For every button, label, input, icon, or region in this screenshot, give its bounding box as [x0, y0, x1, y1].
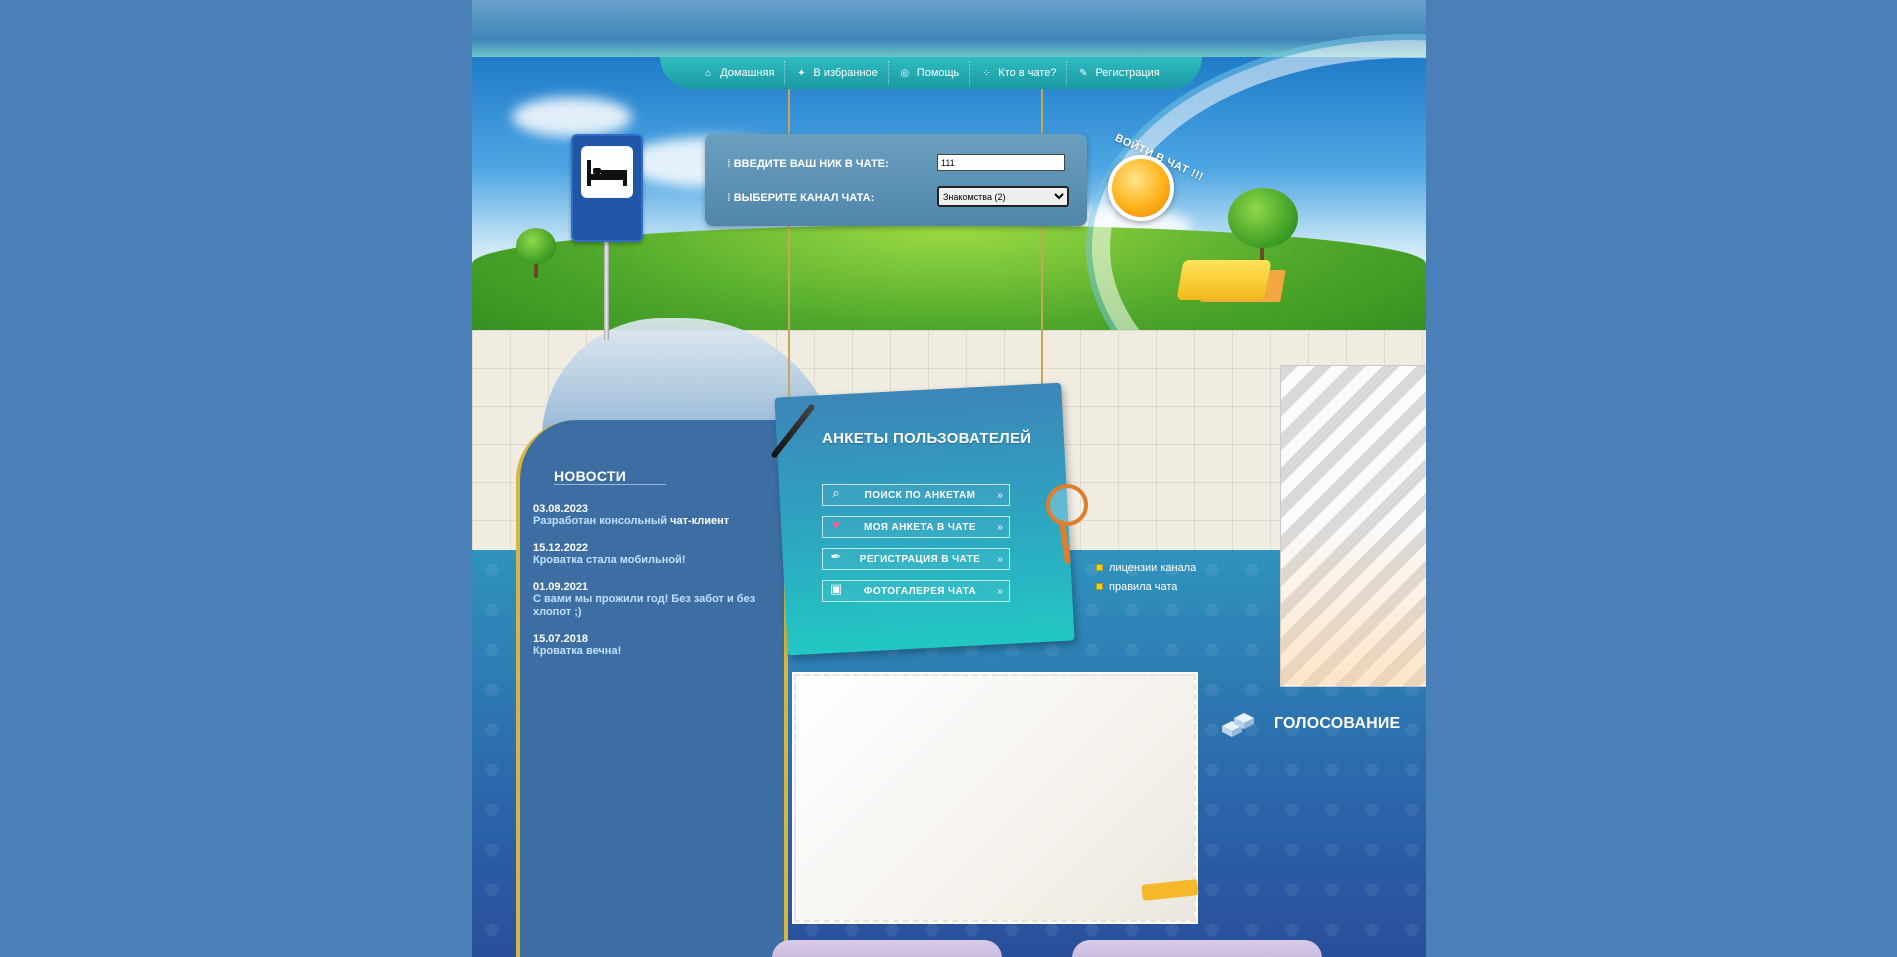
note-paper	[792, 672, 1198, 924]
bed-illustration	[1176, 260, 1272, 300]
news-text[interactable]: С вами мы прожили год! Без забот и без х…	[533, 593, 763, 619]
menu-label: МОЯ АНКЕТА В ЧАТЕ	[864, 521, 976, 533]
nav-item-home[interactable]: ⌂ Домашняя	[692, 61, 786, 85]
news-date: 01.09.2021	[533, 581, 589, 593]
bottom-tab	[1072, 940, 1322, 957]
top-navigation: ⌂ Домашняя ✦ В избранное ◎ Помощь ⁘ Кто …	[660, 57, 1202, 89]
news-date: 03.08.2023	[533, 503, 589, 515]
striped-panel-fade	[1280, 520, 1426, 685]
vote-title: ГОЛОСОВАНИЕ	[1274, 715, 1401, 732]
home-icon: ⌂	[705, 67, 712, 79]
news-item: 15.07.2018 Кроватка вечна!	[533, 633, 763, 658]
news-date: 15.07.2018	[533, 633, 589, 645]
side-links: лицензии канала правила чата	[1096, 558, 1196, 596]
news-text[interactable]: Кроватка вечна!	[533, 645, 763, 658]
login-panel: ВВЕДИТЕ ВАШ НИК В ЧАТЕ: ВЫБЕРИТЕ КАНАЛ Ч…	[705, 134, 1087, 226]
news-item: 03.08.2023 Разработан консольный чат-кли…	[533, 503, 763, 528]
channel-label: ВЫБЕРИТЕ КАНАЛ ЧАТА:	[727, 192, 875, 204]
news-highlight[interactable]: чат-клиент	[670, 515, 729, 527]
chevron-right-icon: »	[997, 521, 1003, 533]
pencil-icon: ✎	[1079, 67, 1088, 79]
chevron-right-icon: »	[997, 553, 1003, 565]
profiles-title: АНКЕТЫ ПОЛЬЗОВАТЕЛЕЙ	[822, 430, 1032, 447]
nav-item-help[interactable]: ◎ Помощь	[889, 61, 971, 85]
news-list: 03.08.2023 Разработан консольный чат-кли…	[533, 503, 763, 672]
news-title: НОВОСТИ	[554, 468, 667, 485]
magnifier-icon: ⌕	[832, 485, 840, 500]
site-container: ⌂ Домашняя ✦ В избранное ◎ Помощь ⁘ Кто …	[472, 0, 1426, 957]
bed-sign	[571, 134, 643, 242]
bullet-icon	[1096, 564, 1103, 571]
nav-item-label: Помощь	[916, 67, 960, 79]
chevron-right-icon: »	[997, 585, 1003, 597]
nav-item-favorites[interactable]: ✦ В избранное	[785, 61, 889, 85]
menu-photo-gallery[interactable]: ▣ ФОТОГАЛЕРЕЯ ЧАТА »	[822, 580, 1010, 602]
link-chat-rules[interactable]: правила чата	[1096, 577, 1196, 596]
menu-my-profile[interactable]: ♥ МОЯ АНКЕТА В ЧАТЕ »	[822, 516, 1010, 538]
tree-icon	[1228, 188, 1298, 248]
channel-select[interactable]: Знакомства (2)	[937, 186, 1069, 207]
link-label: правила чата	[1109, 580, 1178, 593]
nav-item-registration[interactable]: ✎ Регистрация	[1067, 61, 1169, 85]
news-column	[516, 420, 788, 957]
cubes-icon	[1218, 706, 1258, 738]
nav-item-who-in-chat[interactable]: ⁘ Кто в чате?	[970, 61, 1068, 85]
menu-label: ПОИСК ПО АНКЕТАМ	[864, 489, 976, 501]
photo-icon: ▣	[829, 581, 843, 596]
pen-icon: ✒	[830, 549, 842, 564]
news-item: 01.09.2021 С вами мы прожили год! Без за…	[533, 581, 763, 619]
nav-item-label: Кто в чате?	[998, 67, 1057, 79]
link-label: лицензии канала	[1109, 561, 1197, 574]
users-dots-icon: ⁘	[982, 67, 991, 79]
bed-icon	[581, 146, 633, 198]
news-text[interactable]: Разработан консольный чат-клиент	[533, 515, 763, 528]
nav-item-label: Домашняя	[720, 67, 775, 79]
news-date: 15.12.2022	[533, 542, 589, 554]
bottom-tab	[772, 940, 1002, 957]
sparkle-star-icon: ✦	[797, 67, 806, 79]
lifebuoy-icon: ◎	[900, 67, 910, 79]
enter-chat-button[interactable]	[1108, 155, 1174, 221]
top-band	[472, 0, 1426, 57]
heart-icon: ♥	[832, 517, 840, 532]
news-text[interactable]: Кроватка стала мобильной!	[533, 554, 763, 567]
menu-search-profiles[interactable]: ⌕ ПОИСК ПО АНКЕТАМ »	[822, 484, 1010, 506]
menu-label: ФОТОГАЛЕРЕЯ ЧАТА	[863, 585, 977, 597]
tree-icon	[516, 228, 556, 264]
nick-input[interactable]	[937, 154, 1065, 171]
menu-label: РЕГИСТРАЦИЯ В ЧАТЕ	[859, 553, 981, 565]
magnifier-decoration-icon	[1046, 484, 1088, 526]
nick-label: ВВЕДИТЕ ВАШ НИК В ЧАТЕ:	[727, 158, 889, 170]
news-item: 15.12.2022 Кроватка стала мобильной!	[533, 542, 763, 567]
link-channel-licenses[interactable]: лицензии канала	[1096, 558, 1196, 577]
sign-pole	[604, 230, 609, 340]
chevron-right-icon: »	[997, 489, 1003, 501]
menu-registration[interactable]: ✒ РЕГИСТРАЦИЯ В ЧАТЕ »	[822, 548, 1010, 570]
nav-item-label: Регистрация	[1095, 67, 1160, 79]
nav-item-label: В избранное	[813, 67, 878, 79]
bullet-icon	[1096, 583, 1103, 590]
